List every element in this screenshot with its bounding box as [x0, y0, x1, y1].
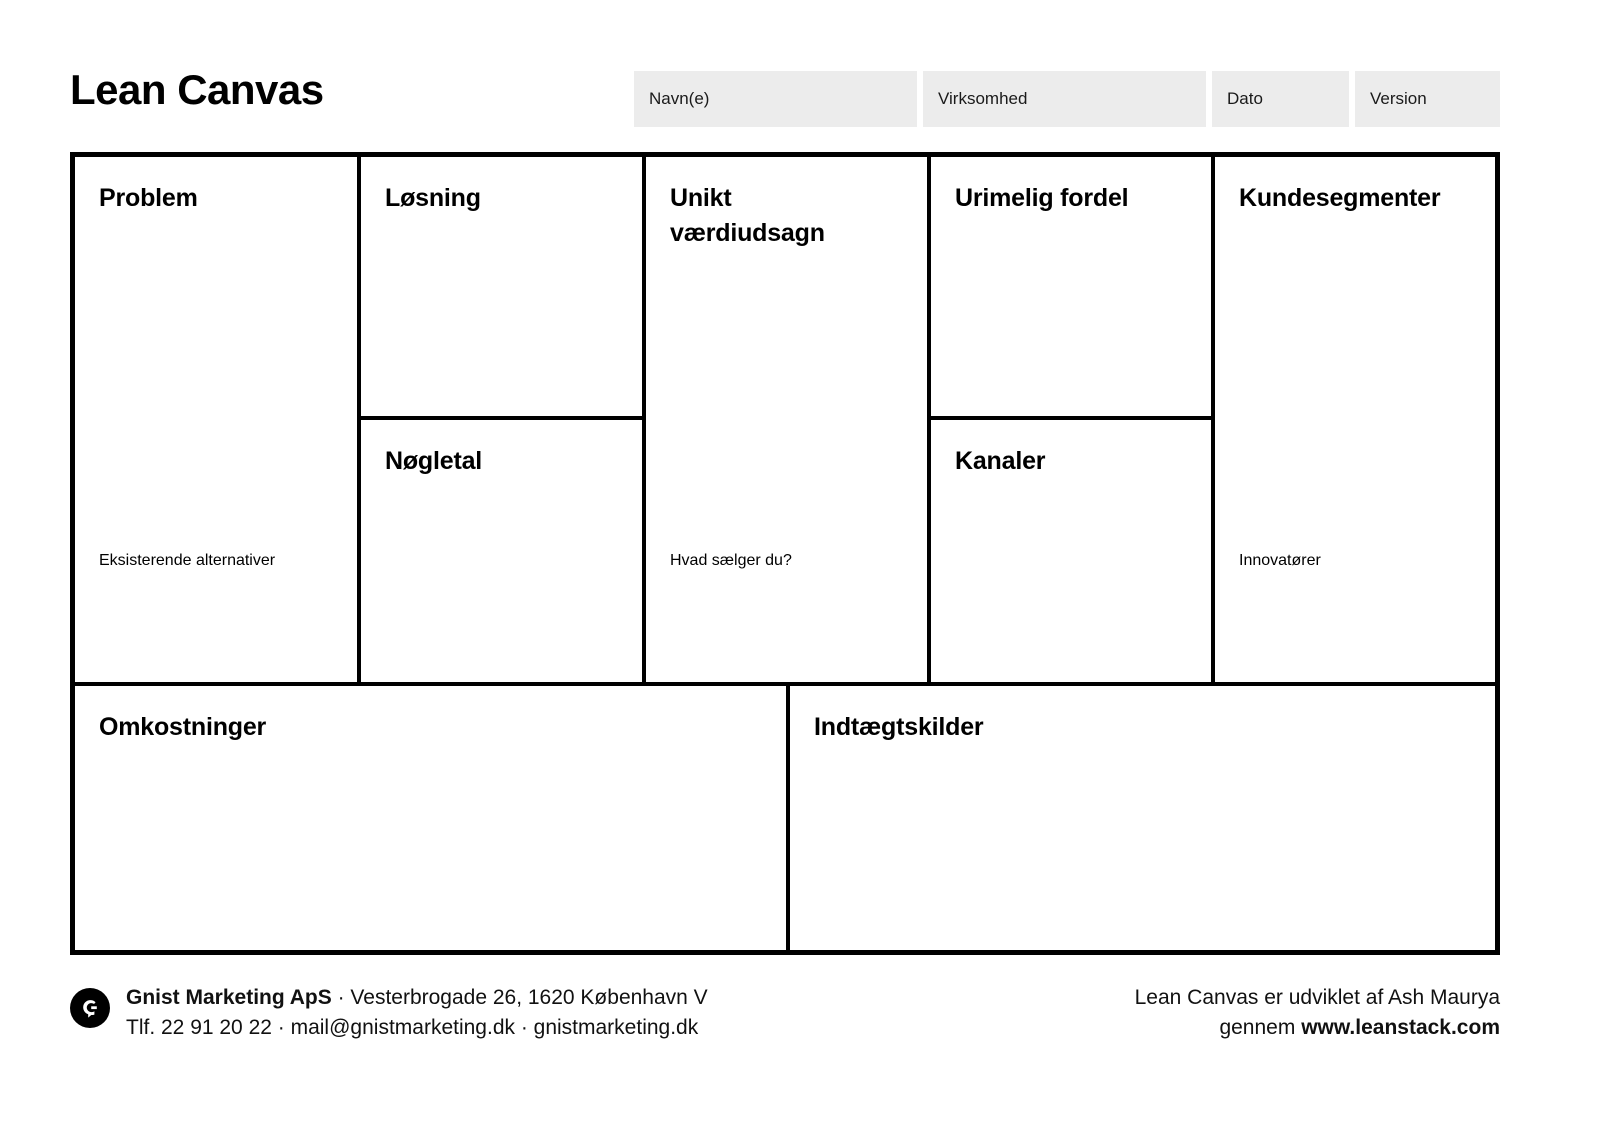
cell-indtaegtskilder-title: Indtægtskilder — [814, 713, 984, 741]
leanstack-url[interactable]: www.leanstack.com — [1301, 1016, 1500, 1039]
footer-credit-block: Lean Canvas er udviklet af Ash Maurya ge… — [1135, 983, 1500, 1043]
footer-contact-lines: Gnist Marketing ApS · Vesterbrogade 26, … — [126, 983, 708, 1043]
footer-company-name: Gnist Marketing ApS — [126, 986, 332, 1009]
page-title: Lean Canvas — [70, 66, 324, 113]
grid-divider-omkostninger-indtaegter — [786, 686, 790, 950]
footer-credit-line-1: Lean Canvas er udviklet af Ash Maurya — [1134, 986, 1500, 1009]
cell-unikt-vaerdiudsagn[interactable]: Unikt værdiudsagn Hvad sælger du? — [646, 157, 927, 682]
cell-urimelig-fordel-title: Urimelig fordel — [955, 184, 1129, 212]
dato-field[interactable] — [1212, 71, 1349, 127]
meta-fields-group — [634, 71, 1500, 127]
cell-problem[interactable]: Problem Eksisterende alternativer — [75, 157, 357, 682]
cell-kanaler[interactable]: Kanaler — [931, 420, 1211, 682]
header: Lean Canvas — [70, 60, 1500, 138]
cell-kundesegmenter-title: Kundesegmenter — [1239, 184, 1441, 212]
cell-omkostninger-title: Omkostninger — [99, 713, 267, 741]
footer-company-block: Gnist Marketing ApS · Vesterbrogade 26, … — [70, 983, 708, 1043]
cell-kanaler-title: Kanaler — [955, 447, 1046, 475]
cell-urimelig-fordel[interactable]: Urimelig fordel — [931, 157, 1211, 416]
cell-indtaegtskilder[interactable]: Indtægtskilder — [790, 686, 1495, 950]
cell-nogletal-title: Nøgletal — [385, 447, 483, 475]
footer-credit-prefix: gennem — [1219, 1016, 1302, 1039]
cell-problem-sublabel: Eksisterende alternativer — [99, 552, 276, 569]
footer-address: · Vesterbrogade 26, 1620 København V — [331, 986, 708, 1009]
footer-company-line: Gnist Marketing ApS · Vesterbrogade 26, … — [126, 983, 708, 1013]
footer: Gnist Marketing ApS · Vesterbrogade 26, … — [70, 975, 1500, 1065]
grid-divider-bottom-row — [75, 682, 1495, 686]
cell-unikt-vaerdiudsagn-title: Unikt værdiudsagn — [670, 184, 825, 247]
gnist-logo-icon — [70, 988, 110, 1028]
cell-losning[interactable]: Løsning — [361, 157, 642, 416]
cell-kundesegmenter-sublabel: Innovatører — [1239, 552, 1321, 569]
cell-nogletal[interactable]: Nøgletal — [361, 420, 642, 682]
footer-credit-line-2: gennem www.leanstack.com — [1135, 1013, 1500, 1043]
navn-field[interactable] — [634, 71, 917, 127]
cell-unikt-vaerdiudsagn-sublabel: Hvad sælger du? — [670, 552, 792, 569]
cell-kundesegmenter[interactable]: Kundesegmenter Innovatører — [1215, 157, 1495, 682]
virksomhed-field[interactable] — [923, 71, 1206, 127]
cell-losning-title: Løsning — [385, 184, 481, 212]
cell-problem-title: Problem — [99, 184, 198, 212]
grid-divider-fordel-kanaler — [927, 416, 1215, 420]
version-field[interactable] — [1355, 71, 1500, 127]
grid-divider-losning-nogletal — [357, 416, 646, 420]
footer-contact-line: Tlf. 22 91 20 22 · mail@gnistmarketing.d… — [126, 1016, 699, 1039]
lean-canvas-grid: Problem Eksisterende alternativer Løsnin… — [70, 152, 1500, 955]
lean-canvas-page: Lean Canvas Problem Eksisterende alterna… — [0, 0, 1600, 1131]
cell-omkostninger[interactable]: Omkostninger — [75, 686, 786, 950]
